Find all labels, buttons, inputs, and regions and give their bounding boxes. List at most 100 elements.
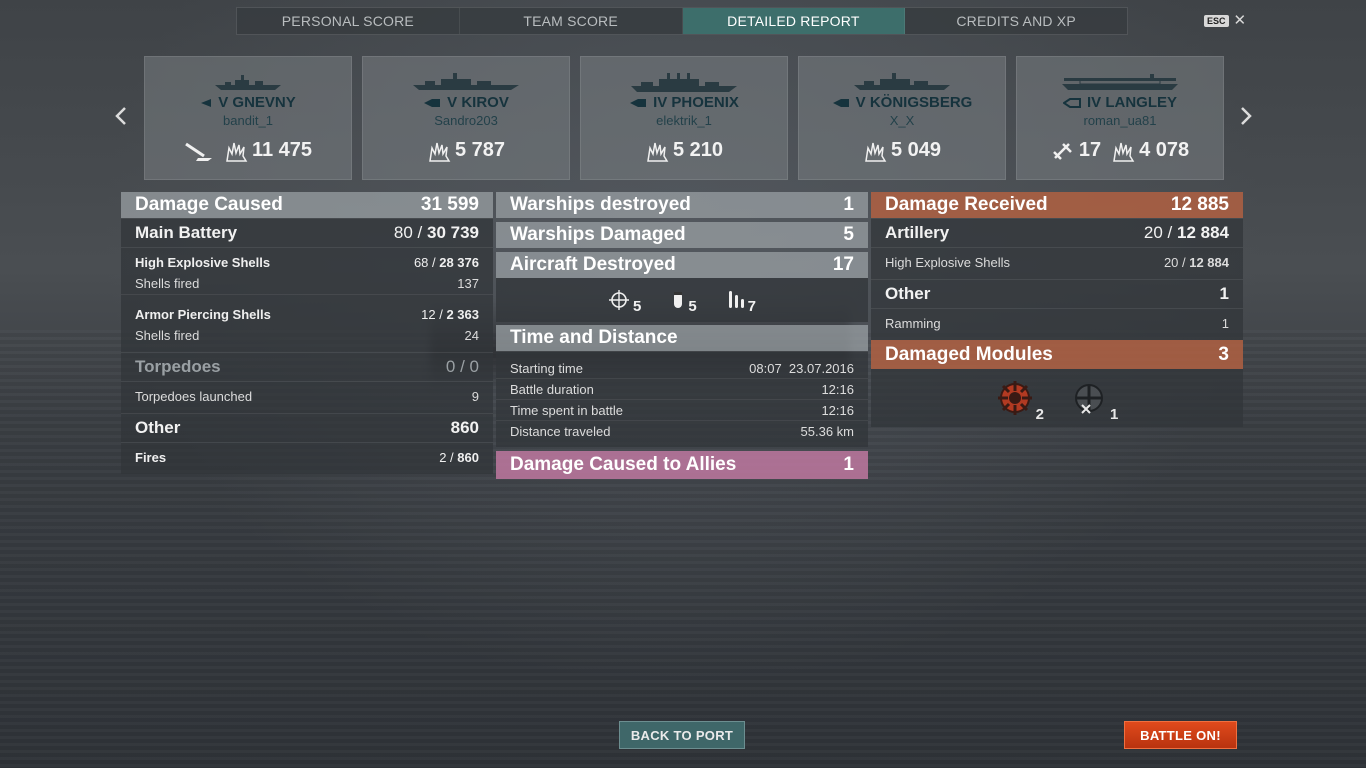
torpedo-bombers-stat: 7 <box>727 289 756 315</box>
damage-stat: 11 475 <box>224 139 312 162</box>
damage-stat: 5 787 <box>427 139 505 162</box>
received-he-shells-row: High Explosive Shells 20 / 12 884 <box>885 255 1229 270</box>
damage-stat: 4 078 <box>1111 139 1189 162</box>
cruiser-icon <box>630 99 647 108</box>
ramming-row: Ramming 1 <box>885 316 1229 331</box>
damage-burst-icon <box>226 142 248 162</box>
planes-shot-icon <box>1052 142 1072 160</box>
ship-card[interactable]: IV PHOENIX elektrik_1 5 210 <box>580 56 788 180</box>
ship-silhouette-icon <box>1062 74 1178 90</box>
torpedoes-row: Torpedoes 0 / 0 <box>121 352 493 381</box>
damage-burst-icon <box>647 142 669 162</box>
main-battery-row: Main Battery 80 / 30 739 <box>121 218 493 247</box>
ship-card[interactable]: V KÖNIGSBERG X_X 5 049 <box>798 56 1006 180</box>
back-to-port-button[interactable]: BACK TO PORT <box>619 721 745 749</box>
cruiser-icon <box>832 99 849 108</box>
close-icon[interactable]: ✕ <box>1234 13 1247 28</box>
propulsion-stat: 1 <box>1070 379 1118 423</box>
warships-damaged-header: Warships Damaged 5 <box>496 222 868 248</box>
damage-received-panel: Damage Received 12 885 Artillery 20 / 12 … <box>871 192 1243 427</box>
ship-card[interactable]: IV LANGLEY roman_ua81 17 4 078 <box>1016 56 1224 180</box>
esc-close-button[interactable]: ESC ✕ <box>1204 13 1246 28</box>
aircraft-destroyed-header: Aircraft Destroyed 17 <box>496 252 868 278</box>
bomb-icon <box>674 292 683 308</box>
damage-stat: 5 210 <box>645 139 723 162</box>
ship-name: IV LANGLEY <box>1017 94 1223 111</box>
tab-team-score[interactable]: TEAM SCORE <box>460 8 683 34</box>
carrier-icon <box>1062 98 1081 109</box>
player-name: roman_ua81 <box>1083 113 1157 128</box>
cruiser-icon <box>424 99 441 108</box>
ap-shells-row: Armor Piercing Shells 12 / 2 363 <box>135 307 479 322</box>
other-damage-row: Other 860 <box>121 413 493 442</box>
ship-name: V KÖNIGSBERG <box>799 94 1005 111</box>
damage-stat: 5 049 <box>863 139 941 162</box>
other-details: Fires 2 / 860 <box>121 442 493 474</box>
battle-on-button[interactable]: BATTLE ON! <box>1124 721 1237 749</box>
tab-personal-score[interactable]: PERSONAL SCORE <box>237 8 460 34</box>
ship-stats: 5 210 <box>581 139 787 162</box>
warships-destroyed-header: Warships destroyed 1 <box>496 192 868 218</box>
damage-to-allies-header: Damage Caused to Allies 1 <box>496 451 868 479</box>
fires-row: Fires 2 / 860 <box>135 450 479 465</box>
player-name: Sandro203 <box>434 113 498 128</box>
ship-name: V KIROV <box>363 94 569 111</box>
he-shells-row: High Explosive Shells 68 / 28 376 <box>135 255 479 270</box>
ship-name: IV PHOENIX <box>581 94 787 111</box>
steering-gear-stat: 2 <box>996 379 1044 423</box>
artillery-details: High Explosive Shells 20 / 12 884 <box>871 247 1243 279</box>
crosshair-icon <box>608 290 629 310</box>
starting-time-row: Starting time 08:07 23.07.2016 <box>496 358 868 379</box>
propulsion-icon <box>1075 384 1103 414</box>
time-in-battle-row: Time spent in battle 12:16 <box>496 400 868 421</box>
distance-traveled-row: Distance traveled 55.36 km <box>510 423 854 439</box>
next-arrow-icon[interactable] <box>1236 106 1256 132</box>
ship-silhouette-icon <box>854 73 950 90</box>
fighters-stat: 5 <box>608 289 641 315</box>
prev-arrow-icon[interactable] <box>111 106 131 132</box>
ship-stats: 11 475 <box>145 139 351 162</box>
ap-shells-fired-row: Shells fired 24 <box>135 328 479 343</box>
torpedo-bomber-icon <box>728 291 744 308</box>
received-other-details: Ramming 1 <box>871 308 1243 340</box>
torpedoes-launched-row: Torpedoes launched 9 <box>135 389 479 404</box>
ship-card[interactable]: V KIROV Sandro203 5 787 <box>362 56 570 180</box>
received-other-row: Other 1 <box>871 279 1243 308</box>
esc-key-label: ESC <box>1204 14 1229 27</box>
steering-gear-icon <box>997 381 1032 415</box>
damage-burst-icon <box>865 142 887 162</box>
main-battery-details: High Explosive Shells 68 / 28 376 Shells… <box>121 247 493 352</box>
player-name: bandit_1 <box>223 113 273 128</box>
aircraft-types-row: 5 5 7 <box>496 278 868 322</box>
ship-name: V GNEVNY <box>145 94 351 111</box>
report-tabs: PERSONAL SCORE TEAM SCORE DETAILED REPOR… <box>236 7 1128 35</box>
destroyer-icon <box>201 99 212 108</box>
damaged-modules-header: Damaged Modules 3 <box>871 340 1243 369</box>
torpedo-hit-stat <box>184 140 214 162</box>
artillery-row: Artillery 20 / 12 884 <box>871 218 1243 247</box>
damage-received-header: Damage Received 12 885 <box>871 192 1243 218</box>
damage-burst-icon <box>429 142 451 162</box>
damage-caused-header: Damage Caused 31 599 <box>121 192 493 218</box>
player-name: elektrik_1 <box>656 113 712 128</box>
planes-shot-stat: 17 <box>1051 139 1101 162</box>
tab-credits-and-xp[interactable]: CREDITS AND XP <box>905 8 1127 34</box>
ship-silhouette-icon <box>215 75 281 90</box>
torpedoes-details: Torpedoes launched 9 <box>121 381 493 413</box>
ship-card[interactable]: V GNEVNY bandit_1 11 475 <box>144 56 352 180</box>
damaged-ships-carousel: V GNEVNY bandit_1 11 475 V KIROV Sandro2… <box>144 56 1224 180</box>
tab-detailed-report[interactable]: DETAILED REPORT <box>682 8 906 34</box>
time-distance-header: Time and Distance <box>496 325 868 351</box>
time-distance-details: Starting time 08:07 23.07.2016 Battle dur… <box>496 351 868 447</box>
he-shells-fired-row: Shells fired 137 <box>121 273 493 295</box>
battle-duration-row: Battle duration 12:16 <box>496 379 868 400</box>
damaged-modules-row: 2 1 <box>871 369 1243 427</box>
player-name: X_X <box>889 113 915 128</box>
ship-silhouette-icon <box>413 73 519 90</box>
torpedo-hit-icon <box>185 142 212 161</box>
kills-panel: Warships destroyed 1 Warships Damaged 5 Ai… <box>496 192 868 479</box>
ship-silhouette-icon <box>631 73 737 92</box>
ship-stats: 5 049 <box>799 139 1005 162</box>
ship-stats: 5 787 <box>363 139 569 162</box>
damage-caused-panel: Damage Caused 31 599 Main Battery 80 / 30… <box>121 192 493 474</box>
